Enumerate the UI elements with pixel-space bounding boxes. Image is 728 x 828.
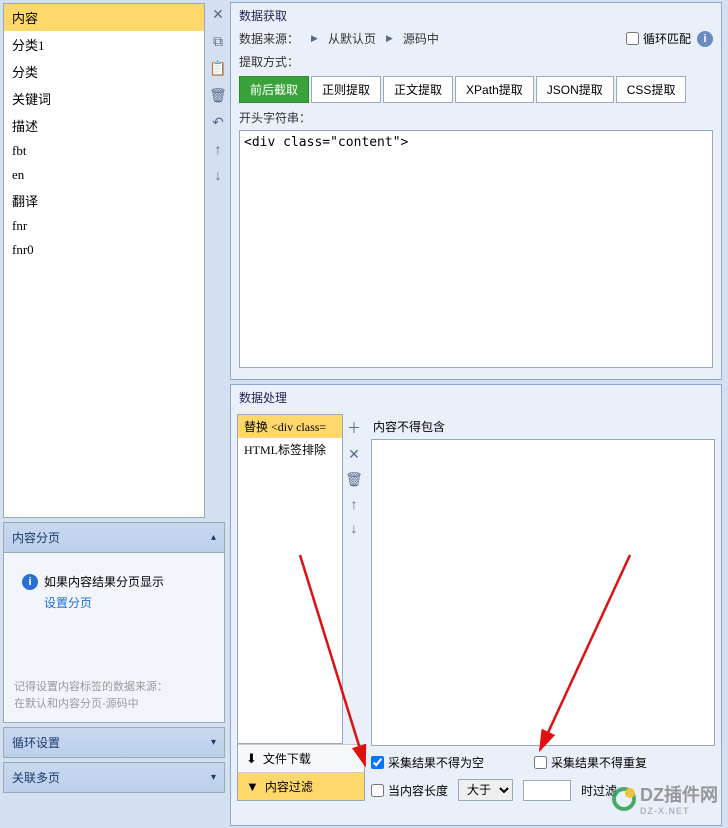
set-paging-link[interactable]: 设置分页 <box>44 594 214 611</box>
paging-info-text: 如果内容结果分页显示 <box>44 573 164 590</box>
start-string-label: 开头字符串： <box>239 109 713 126</box>
loop-match-input[interactable] <box>626 32 639 45</box>
loop-match-checkbox[interactable]: 循环匹配 <box>626 30 691 47</box>
result-no-duplicate-input[interactable] <box>534 756 547 769</box>
copy-icon[interactable]: ⧉ <box>213 33 223 50</box>
field-item[interactable]: 关键词 <box>4 85 204 112</box>
extract-tab[interactable]: 正文提取 <box>383 76 453 103</box>
info-icon: i <box>22 574 38 590</box>
exclude-textarea[interactable] <box>371 439 715 746</box>
paging-hint: 记得设置内容标签的数据来源： 在默认和内容分页-源码中 <box>14 679 214 712</box>
filter-icon: ▼ <box>246 779 259 794</box>
chevron-up-icon: ▴ <box>211 532 216 543</box>
compare-select[interactable]: 大于 <box>458 779 513 801</box>
process-item[interactable]: 替换 <div class= <box>238 415 342 438</box>
help-icon[interactable]: i <box>697 31 713 47</box>
extract-tab[interactable]: XPath提取 <box>455 76 534 103</box>
extract-tab[interactable]: CSS提取 <box>616 76 687 103</box>
field-item[interactable]: fnr <box>4 214 204 238</box>
content-paging-header[interactable]: 内容分页 ▴ <box>3 522 225 553</box>
add-icon[interactable]: ＋ <box>347 418 361 438</box>
process-item[interactable]: HTML标签排除 <box>238 438 342 461</box>
field-toolbar: ✕ ⧉ 📋 🗑 ↶ ↑ ↓ <box>208 0 228 518</box>
panel-title: 循环设置 <box>12 734 60 751</box>
field-item[interactable]: en <box>4 163 204 187</box>
paste-icon[interactable]: 📋 <box>209 60 226 77</box>
data-extract-section: 数据获取 数据来源： ▶ 从默认页 ▶ 源码中 循环匹配 i 提取方式： <box>230 2 722 380</box>
field-item[interactable]: 内容 <box>4 4 204 31</box>
field-item[interactable]: 翻译 <box>4 187 204 214</box>
field-item[interactable]: fnr0 <box>4 238 204 262</box>
result-not-empty-input[interactable] <box>371 756 384 769</box>
delete-icon[interactable]: 🗑 <box>209 87 227 104</box>
tab-file-download[interactable]: ⬇ 文件下载 <box>238 744 364 772</box>
content-paging-body: i 如果内容结果分页显示 设置分页 记得设置内容标签的数据来源： 在默认和内容分… <box>3 553 225 723</box>
tab-content-filter[interactable]: ▼ 内容过滤 <box>238 772 364 800</box>
extract-method-label: 提取方式： <box>239 53 299 70</box>
field-list[interactable]: 内容分类1分类关键词描述fbten翻译fnrfnr0 <box>3 3 205 518</box>
extract-tab[interactable]: JSON提取 <box>536 76 614 103</box>
result-not-empty-checkbox[interactable]: 采集结果不得为空 <box>371 754 484 771</box>
undo-icon[interactable]: ↶ <box>212 114 224 131</box>
move-up-icon[interactable]: ↑ <box>351 496 358 512</box>
data-process-section: 数据处理 替换 <div class=HTML标签排除 ＋ ✕ 🗑 ↑ ↓ <box>230 384 722 826</box>
when-length-checkbox[interactable]: 当内容长度 <box>371 782 448 799</box>
field-item[interactable]: 描述 <box>4 112 204 139</box>
when-length-input[interactable] <box>371 784 384 797</box>
panel-title: 内容分页 <box>12 529 60 546</box>
extract-tab[interactable]: 正则提取 <box>311 76 381 103</box>
length-value-input[interactable] <box>523 780 571 801</box>
section-title: 数据获取 <box>231 3 721 26</box>
panel-title: 关联多页 <box>12 769 60 786</box>
related-pages-header[interactable]: 关联多页 ▾ <box>3 762 225 793</box>
close-icon[interactable]: ✕ <box>348 446 360 463</box>
move-down-icon[interactable]: ↓ <box>351 520 358 536</box>
loop-settings-header[interactable]: 循环设置 ▾ <box>3 727 225 758</box>
close-icon[interactable]: ✕ <box>212 6 224 23</box>
field-item[interactable]: 分类 <box>4 58 204 85</box>
move-down-icon[interactable]: ↓ <box>215 167 222 183</box>
section-title: 数据处理 <box>231 385 721 408</box>
chevron-down-icon: ▾ <box>211 737 216 748</box>
when-filter-label: 时过滤 <box>581 782 617 799</box>
move-up-icon[interactable]: ↑ <box>215 141 222 157</box>
field-item[interactable]: fbt <box>4 139 204 163</box>
process-list[interactable]: 替换 <div class=HTML标签排除 <box>237 414 343 744</box>
process-toolbar: ＋ ✕ 🗑 ↑ ↓ <box>343 414 365 744</box>
download-icon: ⬇ <box>246 751 257 767</box>
start-string-input[interactable] <box>239 130 713 368</box>
extract-tab[interactable]: 前后截取 <box>239 76 309 103</box>
chevron-down-icon: ▾ <box>211 772 216 783</box>
crumb-default-page[interactable]: 从默认页 <box>328 30 376 47</box>
source-label: 数据来源： <box>239 30 299 47</box>
field-item[interactable]: 分类1 <box>4 31 204 58</box>
exclude-label: 内容不得包含 <box>373 418 715 435</box>
result-no-duplicate-checkbox[interactable]: 采集结果不得重复 <box>534 754 647 771</box>
crumb-source-code[interactable]: 源码中 <box>403 30 439 47</box>
triangle-icon: ▶ <box>386 33 393 44</box>
triangle-icon: ▶ <box>311 33 318 44</box>
delete-icon[interactable]: 🗑 <box>345 471 363 488</box>
